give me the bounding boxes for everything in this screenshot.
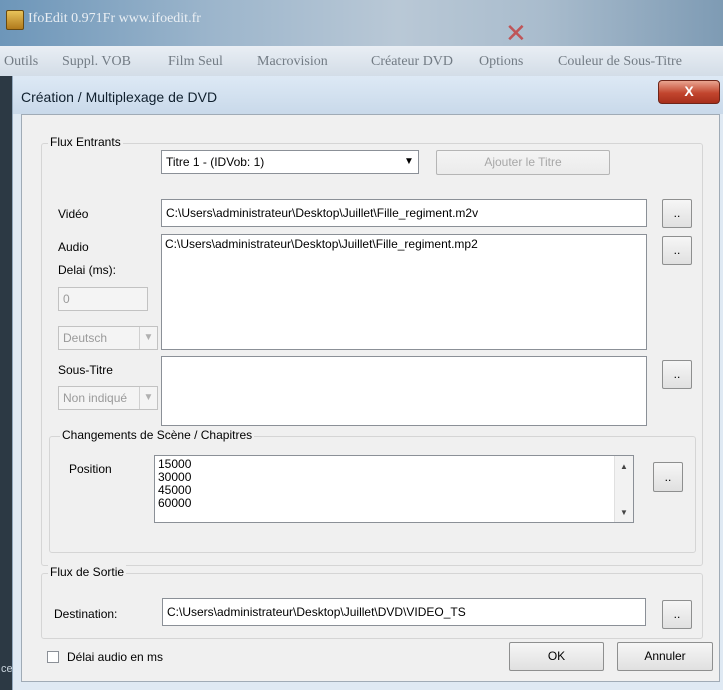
chevron-down-icon: ▼ [139,327,157,349]
ok-button[interactable]: OK [509,642,604,671]
destination-path-field[interactable]: C:\Users\administrateur\Desktop\Juillet\… [162,598,646,626]
audio-delay-checkbox[interactable] [47,651,59,663]
menu-film-seul[interactable]: Film Seul [168,54,223,70]
video-label: Vidéo [58,207,89,221]
audio-label: Audio [58,240,89,254]
chevron-down-icon: ▼ [139,387,157,409]
annuler-button[interactable]: Annuler [617,642,713,671]
audio-path-list[interactable]: C:\Users\administrateur\Desktop\Juillet\… [161,234,647,350]
dialog-titlebar: Création / Multiplexage de DVD X [13,76,723,114]
menu-outils[interactable]: Outils [4,54,38,70]
chapter-position-item[interactable]: 45000 [155,484,633,497]
close-icon: X [684,83,694,99]
app-icon [6,10,24,30]
menu-couleur-sous-titre[interactable]: Couleur de Sous-Titre [558,54,682,70]
audio-language-select[interactable]: Deutsch ▼ [58,326,158,350]
chapter-position-item[interactable]: 60000 [155,497,633,510]
background-window-text: ce [1,663,13,675]
delai-input[interactable]: 0 [58,287,148,311]
flux-entrants-label: Flux Entrants [48,135,123,149]
close-button[interactable]: X [658,80,720,104]
scroll-down-icon[interactable]: ▼ [615,508,633,517]
background-window-strip [0,76,12,690]
chapter-position-list[interactable]: 15000 30000 45000 60000 ▲ ▼ [154,455,634,523]
dvd-mux-dialog: Création / Multiplexage de DVD X Flux En… [12,76,723,690]
app-menubar: Outils Suppl. VOB Film Seul Macrovision … [0,46,723,76]
background-x-icon: ✕ [505,18,527,48]
menu-macrovision[interactable]: Macrovision [257,54,328,70]
flux-sortie-group: Flux de Sortie Destination: C:\Users\adm… [41,565,703,639]
sous-titre-list[interactable] [161,356,647,426]
scroll-up-icon[interactable]: ▲ [615,462,633,471]
audio-browse-button[interactable]: .. [662,236,692,265]
flux-entrants-group: Flux Entrants Titre 1 - (IDVob: 1) ▼ Ajo… [41,135,703,566]
flux-sortie-label: Flux de Sortie [48,565,127,579]
sous-titre-label: Sous-Titre [58,363,113,377]
chapitres-label: Changements de Scène / Chapitres [60,428,255,442]
chapitres-group: Changements de Scène / Chapitres Positio… [49,428,696,553]
delai-label: Delai (ms): [58,263,117,277]
sous-titre-language-value: Non indiqué [63,391,128,405]
dialog-client-area: Flux Entrants Titre 1 - (IDVob: 1) ▼ Ajo… [21,114,720,682]
position-label: Position [69,462,112,476]
app-title: IfoEdit 0.971Fr www.ifoedit.fr [28,11,201,26]
titre-select[interactable]: Titre 1 - (IDVob: 1) ▼ [161,150,419,174]
chapter-browse-button[interactable]: .. [653,462,683,492]
destination-browse-button[interactable]: .. [662,600,692,629]
chapter-list-scrollbar[interactable]: ▲ ▼ [614,456,633,522]
destination-label: Destination: [54,607,118,621]
audio-delay-checkbox-label: Délai audio en ms [67,650,164,664]
dialog-title: Création / Multiplexage de DVD [21,89,218,105]
menu-createur-dvd[interactable]: Créateur DVD [371,54,453,70]
sous-titre-language-select[interactable]: Non indiqué ▼ [58,386,158,410]
sous-titre-browse-button[interactable]: .. [662,360,692,389]
chapter-position-item[interactable]: 30000 [155,471,633,484]
video-path-field[interactable]: C:\Users\administrateur\Desktop\Juillet\… [161,199,647,227]
audio-path-item[interactable]: C:\Users\administrateur\Desktop\Juillet\… [162,235,646,251]
titre-select-value: Titre 1 - (IDVob: 1) [166,155,265,169]
ajouter-titre-button[interactable]: Ajouter le Titre [436,150,610,175]
menu-suppl-vob[interactable]: Suppl. VOB [62,54,131,70]
chevron-down-icon: ▼ [404,156,414,167]
video-browse-button[interactable]: .. [662,199,692,228]
menu-options[interactable]: Options [479,54,523,70]
chapter-position-item[interactable]: 15000 [155,456,633,471]
app-titlebar: IfoEdit 0.971Fr www.ifoedit.fr ✕ [0,0,723,48]
audio-language-value: Deutsch [63,331,108,345]
